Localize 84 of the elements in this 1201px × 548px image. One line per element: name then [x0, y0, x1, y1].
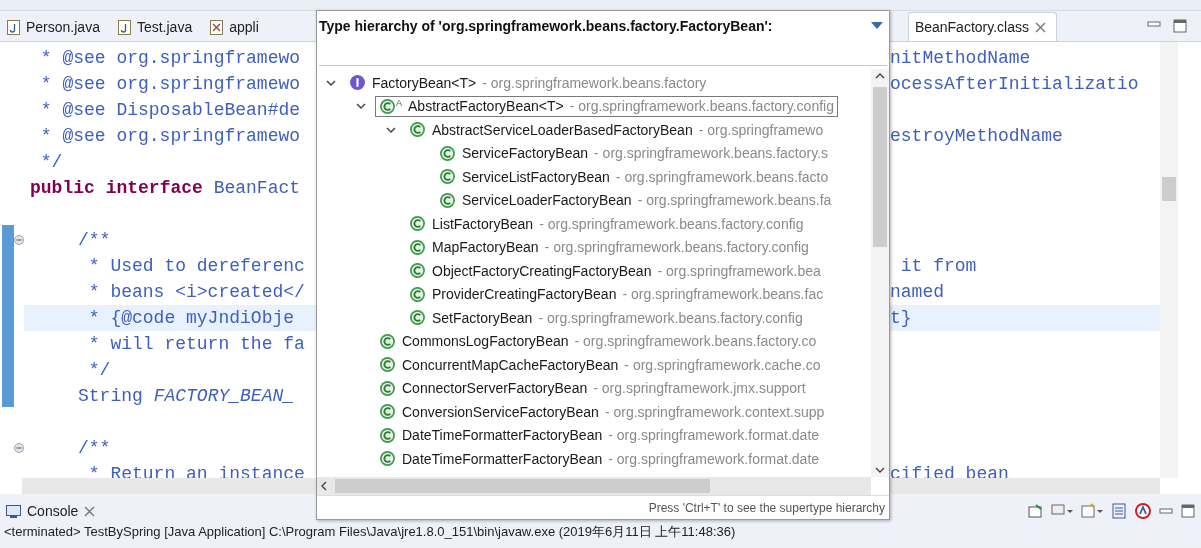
- tree-item[interactable]: A AbstractFactoryBean<T> - org.springframework.beans.factory.config: [375, 95, 838, 117]
- tree-item[interactable]: DateTimeFormatterFactoryBean - org.springframework.format.date: [375, 448, 824, 470]
- new-console-icon[interactable]: [1081, 503, 1103, 519]
- class-icon: [379, 426, 396, 444]
- code-line: * @see org.springframewo: [39, 126, 302, 146]
- editor-tab[interactable]: Test.java: [110, 12, 204, 41]
- minimize-icon[interactable]: [1159, 506, 1173, 516]
- tree-item[interactable]: AbstractServiceLoaderBasedFactoryBean - org.springframewo: [405, 119, 828, 141]
- popup-title: Type hierarchy of 'org.springframework.beans.factory.FactoryBean':: [319, 18, 773, 34]
- tree-item[interactable]: ServiceLoaderFactoryBean - org.springframework.beans.fa: [435, 189, 836, 211]
- java-file-icon: [7, 19, 20, 35]
- fold-icon[interactable]: [14, 235, 24, 245]
- close-icon[interactable]: [1035, 21, 1046, 33]
- class-icon: [409, 262, 426, 280]
- scroll-left-icon[interactable]: [321, 481, 327, 491]
- class-icon: [439, 191, 456, 209]
- maximize-icon[interactable]: [1181, 504, 1195, 518]
- class-icon: [409, 309, 426, 327]
- class-icon: [379, 97, 396, 115]
- class-icon: [409, 121, 426, 139]
- tree-item[interactable]: ProviderCreatingFactoryBean - org.springframework.beans.fac: [405, 283, 828, 305]
- minimize-icon[interactable]: [1147, 19, 1161, 29]
- class-icon: [409, 215, 426, 233]
- java-file-icon: [117, 19, 131, 35]
- code-line: t}: [890, 308, 913, 328]
- code-line: */: [39, 152, 64, 172]
- class-icon: [439, 144, 456, 162]
- scroll-up-icon[interactable]: [875, 73, 885, 79]
- tree-item[interactable]: ConversionServiceFactoryBean - org.springframework.context.supp: [375, 401, 829, 423]
- console-output: <terminated> TestBySpring [Java Application] C:\Program Files\Java\jre1.8.0_151\bin\javaw.exe (2019年6月11日 上午11:48:36): [4, 524, 736, 540]
- code-line: /**: [77, 438, 112, 458]
- code-line: * will return the fa: [87, 334, 306, 354]
- tree-item[interactable]: MapFactoryBean - org.springframework.beans.factory.config: [405, 236, 813, 258]
- editor-tab[interactable]: appli: [203, 12, 270, 41]
- code-line: */: [87, 360, 112, 380]
- class-icon: [379, 403, 396, 421]
- close-icon[interactable]: [84, 505, 96, 517]
- code-line: estroyMethodName: [890, 126, 1064, 146]
- tree-item[interactable]: SetFactoryBean - org.springframework.beans.factory.config: [405, 307, 807, 329]
- tree-item[interactable]: ObjectFactoryCreatingFactoryBean - org.springframework.bea: [405, 260, 825, 282]
- tree-item[interactable]: ConcurrentMapCacheFactoryBean - org.springframework.cache.co: [375, 354, 825, 376]
- code-line: String FACTORY_BEAN_: [77, 386, 296, 406]
- console-tab[interactable]: Console: [27, 503, 79, 519]
- abstract-marker: A: [396, 97, 402, 108]
- vertical-scrollbar[interactable]: [1160, 42, 1178, 478]
- maximize-icon[interactable]: [1173, 19, 1187, 33]
- class-icon: [379, 332, 396, 350]
- editor-tab[interactable]: Person.java: [0, 12, 111, 41]
- code-line: named: [890, 282, 945, 302]
- code-line: * Used to dereferenc: [87, 256, 306, 276]
- class-icon: [379, 356, 396, 374]
- document-icon[interactable]: [1111, 503, 1127, 519]
- code-line: * {@code myJndiObje: [87, 308, 296, 328]
- editor-tab[interactable]: BeanFactory.class: [907, 12, 1057, 41]
- code-line: nitMethodName: [890, 48, 1032, 68]
- code-line: ocessAfterInitializatio: [890, 74, 1140, 94]
- tree-item[interactable]: CommonsLogFactoryBean - org.springframework.beans.factory.co: [375, 330, 821, 352]
- class-icon: [409, 238, 426, 256]
- menu-dropdown-icon[interactable]: [871, 22, 883, 30]
- tree-item[interactable]: ServiceListFactoryBean - org.springframework.beans.facto: [435, 166, 833, 188]
- xml-file-icon: [210, 19, 224, 35]
- code-line: it from: [899, 256, 978, 276]
- console-icon: [6, 504, 21, 518]
- vertical-scrollbar[interactable]: [871, 69, 889, 477]
- code-line: * @see org.springframewo: [39, 48, 302, 68]
- class-icon: [439, 168, 456, 186]
- horizontal-scrollbar[interactable]: [317, 477, 871, 495]
- interface-icon: [349, 74, 366, 92]
- tree-item[interactable]: ListFactoryBean - org.springframework.beans.factory.config: [405, 213, 808, 235]
- status-hint: Press 'Ctrl+T' to see the supertype hierarchy: [648, 500, 885, 515]
- class-icon: [379, 379, 396, 397]
- scroll-down-icon[interactable]: [875, 467, 885, 473]
- code-line: * beans <i>created</: [87, 282, 306, 302]
- code-line: * @see org.springframewo: [39, 74, 302, 94]
- code-line: public interface BeanFact: [29, 178, 302, 198]
- tree-item[interactable]: ServiceFactoryBean - org.springframework.beans.factory.s: [435, 142, 832, 164]
- tree-item[interactable]: ConnectorServerFactoryBean - org.springframework.jmx.support: [375, 377, 810, 399]
- tree-item[interactable]: DateTimeFormatterFactoryBean - org.springframework.format.date: [375, 424, 824, 446]
- class-icon: [379, 450, 396, 468]
- fold-icon[interactable]: [14, 443, 24, 453]
- tree-item[interactable]: FactoryBean<T> - org.springframework.beans.factory: [345, 72, 711, 94]
- code-line: * @see DisposableBean#de: [39, 100, 302, 120]
- class-icon: [409, 285, 426, 303]
- code-line: /**: [77, 230, 112, 250]
